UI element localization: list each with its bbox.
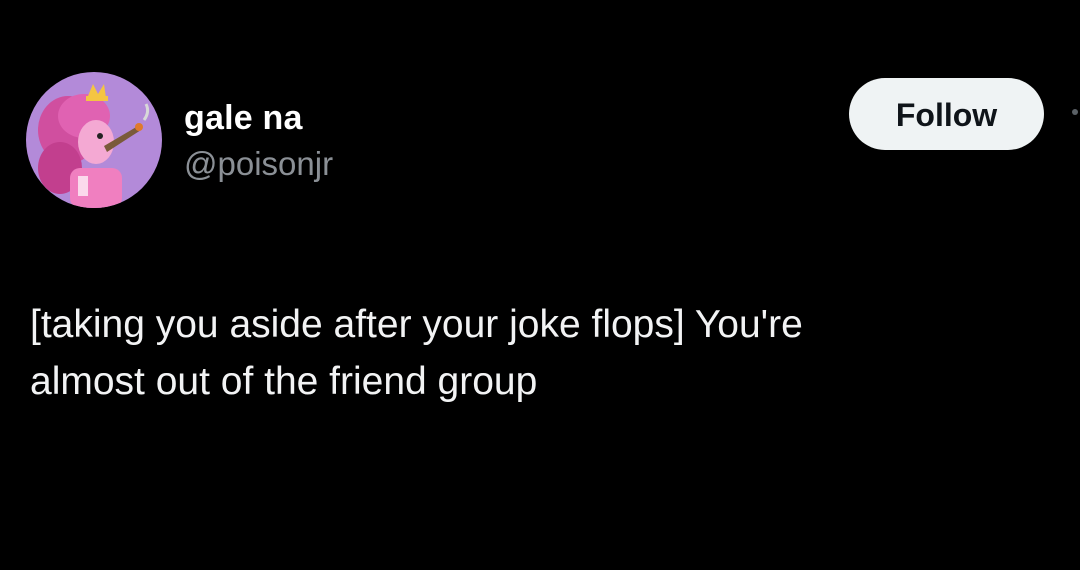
author-avatar[interactable] — [26, 72, 162, 208]
follow-button[interactable]: Follow — [849, 78, 1044, 150]
princess-bubblegum-avatar-icon — [26, 72, 162, 208]
author-handle[interactable]: @poisonjr — [184, 144, 333, 184]
author-display-name[interactable]: gale na — [184, 98, 333, 138]
more-options-icon[interactable] — [1072, 109, 1078, 115]
author-names: gale na @poisonjr — [184, 98, 333, 184]
tweet-text: [taking you aside after your joke flops]… — [30, 303, 803, 403]
tweet-card: gale na @poisonjr Follow [taking you asi… — [0, 0, 1080, 570]
